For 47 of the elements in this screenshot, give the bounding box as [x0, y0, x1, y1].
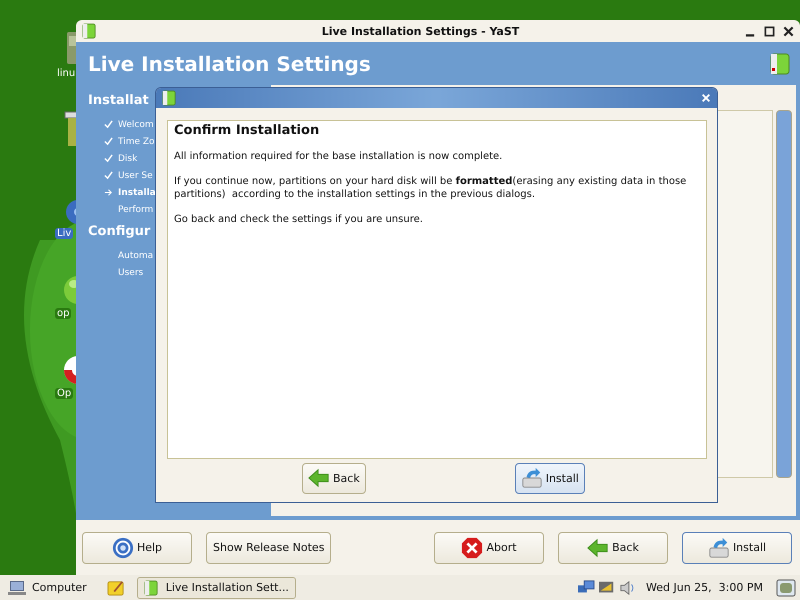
close-icon[interactable] [783, 26, 794, 36]
step-label[interactable]: Time Zo [118, 136, 155, 146]
maximize-icon[interactable] [764, 26, 775, 36]
clock[interactable]: Wed Jun 25, 3:00 PM [646, 581, 763, 594]
back-button[interactable]: Back [558, 532, 668, 564]
scrollbar[interactable] [776, 110, 792, 478]
app-icon [144, 580, 158, 596]
step-label[interactable]: Users [118, 268, 144, 278]
show-desktop-icon[interactable] [776, 578, 796, 596]
release-notes-button[interactable]: Show Release Notes [206, 532, 332, 564]
icon-label[interactable]: Liv [55, 228, 74, 239]
message-text: All information required for the base installation is now complete. [174, 150, 504, 163]
step-label[interactable]: Perform [118, 204, 154, 214]
back-arrow-icon [308, 467, 330, 489]
app-icon [162, 90, 176, 106]
step-label[interactable]: User Se [118, 170, 153, 180]
icon-label[interactable]: op [55, 308, 72, 319]
help-icon [112, 536, 134, 558]
back-button[interactable]: Back [302, 462, 366, 494]
section-heading: Installat [88, 93, 149, 108]
icon-label[interactable]: Op [55, 388, 74, 399]
install-icon [520, 467, 543, 489]
window-title: Live Installation Settings - YaST [320, 24, 520, 38]
icon-label[interactable]: linu [55, 68, 78, 79]
computer-icon[interactable] [8, 580, 26, 596]
network-icon[interactable] [577, 580, 596, 596]
help-button[interactable]: Help [82, 532, 192, 564]
computer-menu[interactable]: Computer [32, 581, 87, 594]
dialog-heading: Confirm Installation [174, 123, 320, 138]
taskbar-button[interactable]: Live Installation Sett... [136, 576, 296, 598]
install-button[interactable]: Install [682, 532, 792, 564]
abort-button[interactable]: Abort [434, 532, 544, 564]
app-logo-icon [770, 52, 790, 74]
install-icon [708, 536, 730, 558]
install-button[interactable]: Install [514, 462, 585, 494]
step-label[interactable]: Installa [118, 188, 156, 198]
back-arrow-icon [587, 536, 610, 558]
message-text: Go back and check the settings if you are unsure. [174, 213, 424, 226]
step-label[interactable]: Automa [118, 250, 154, 260]
app-icon [82, 23, 96, 39]
step-label[interactable]: Welcom [118, 120, 154, 130]
section-heading: Configur [88, 224, 150, 239]
message-text: If you continue now, partitions on your hard disk will be formatted(erasing any existing data in those partitions) according to the installation settings in the previous dialogs. [174, 175, 688, 201]
notes-icon[interactable] [106, 580, 125, 596]
step-label[interactable]: Disk [118, 154, 138, 164]
page-heading: Live Installation Settings [88, 52, 371, 76]
stop-icon [461, 536, 484, 558]
